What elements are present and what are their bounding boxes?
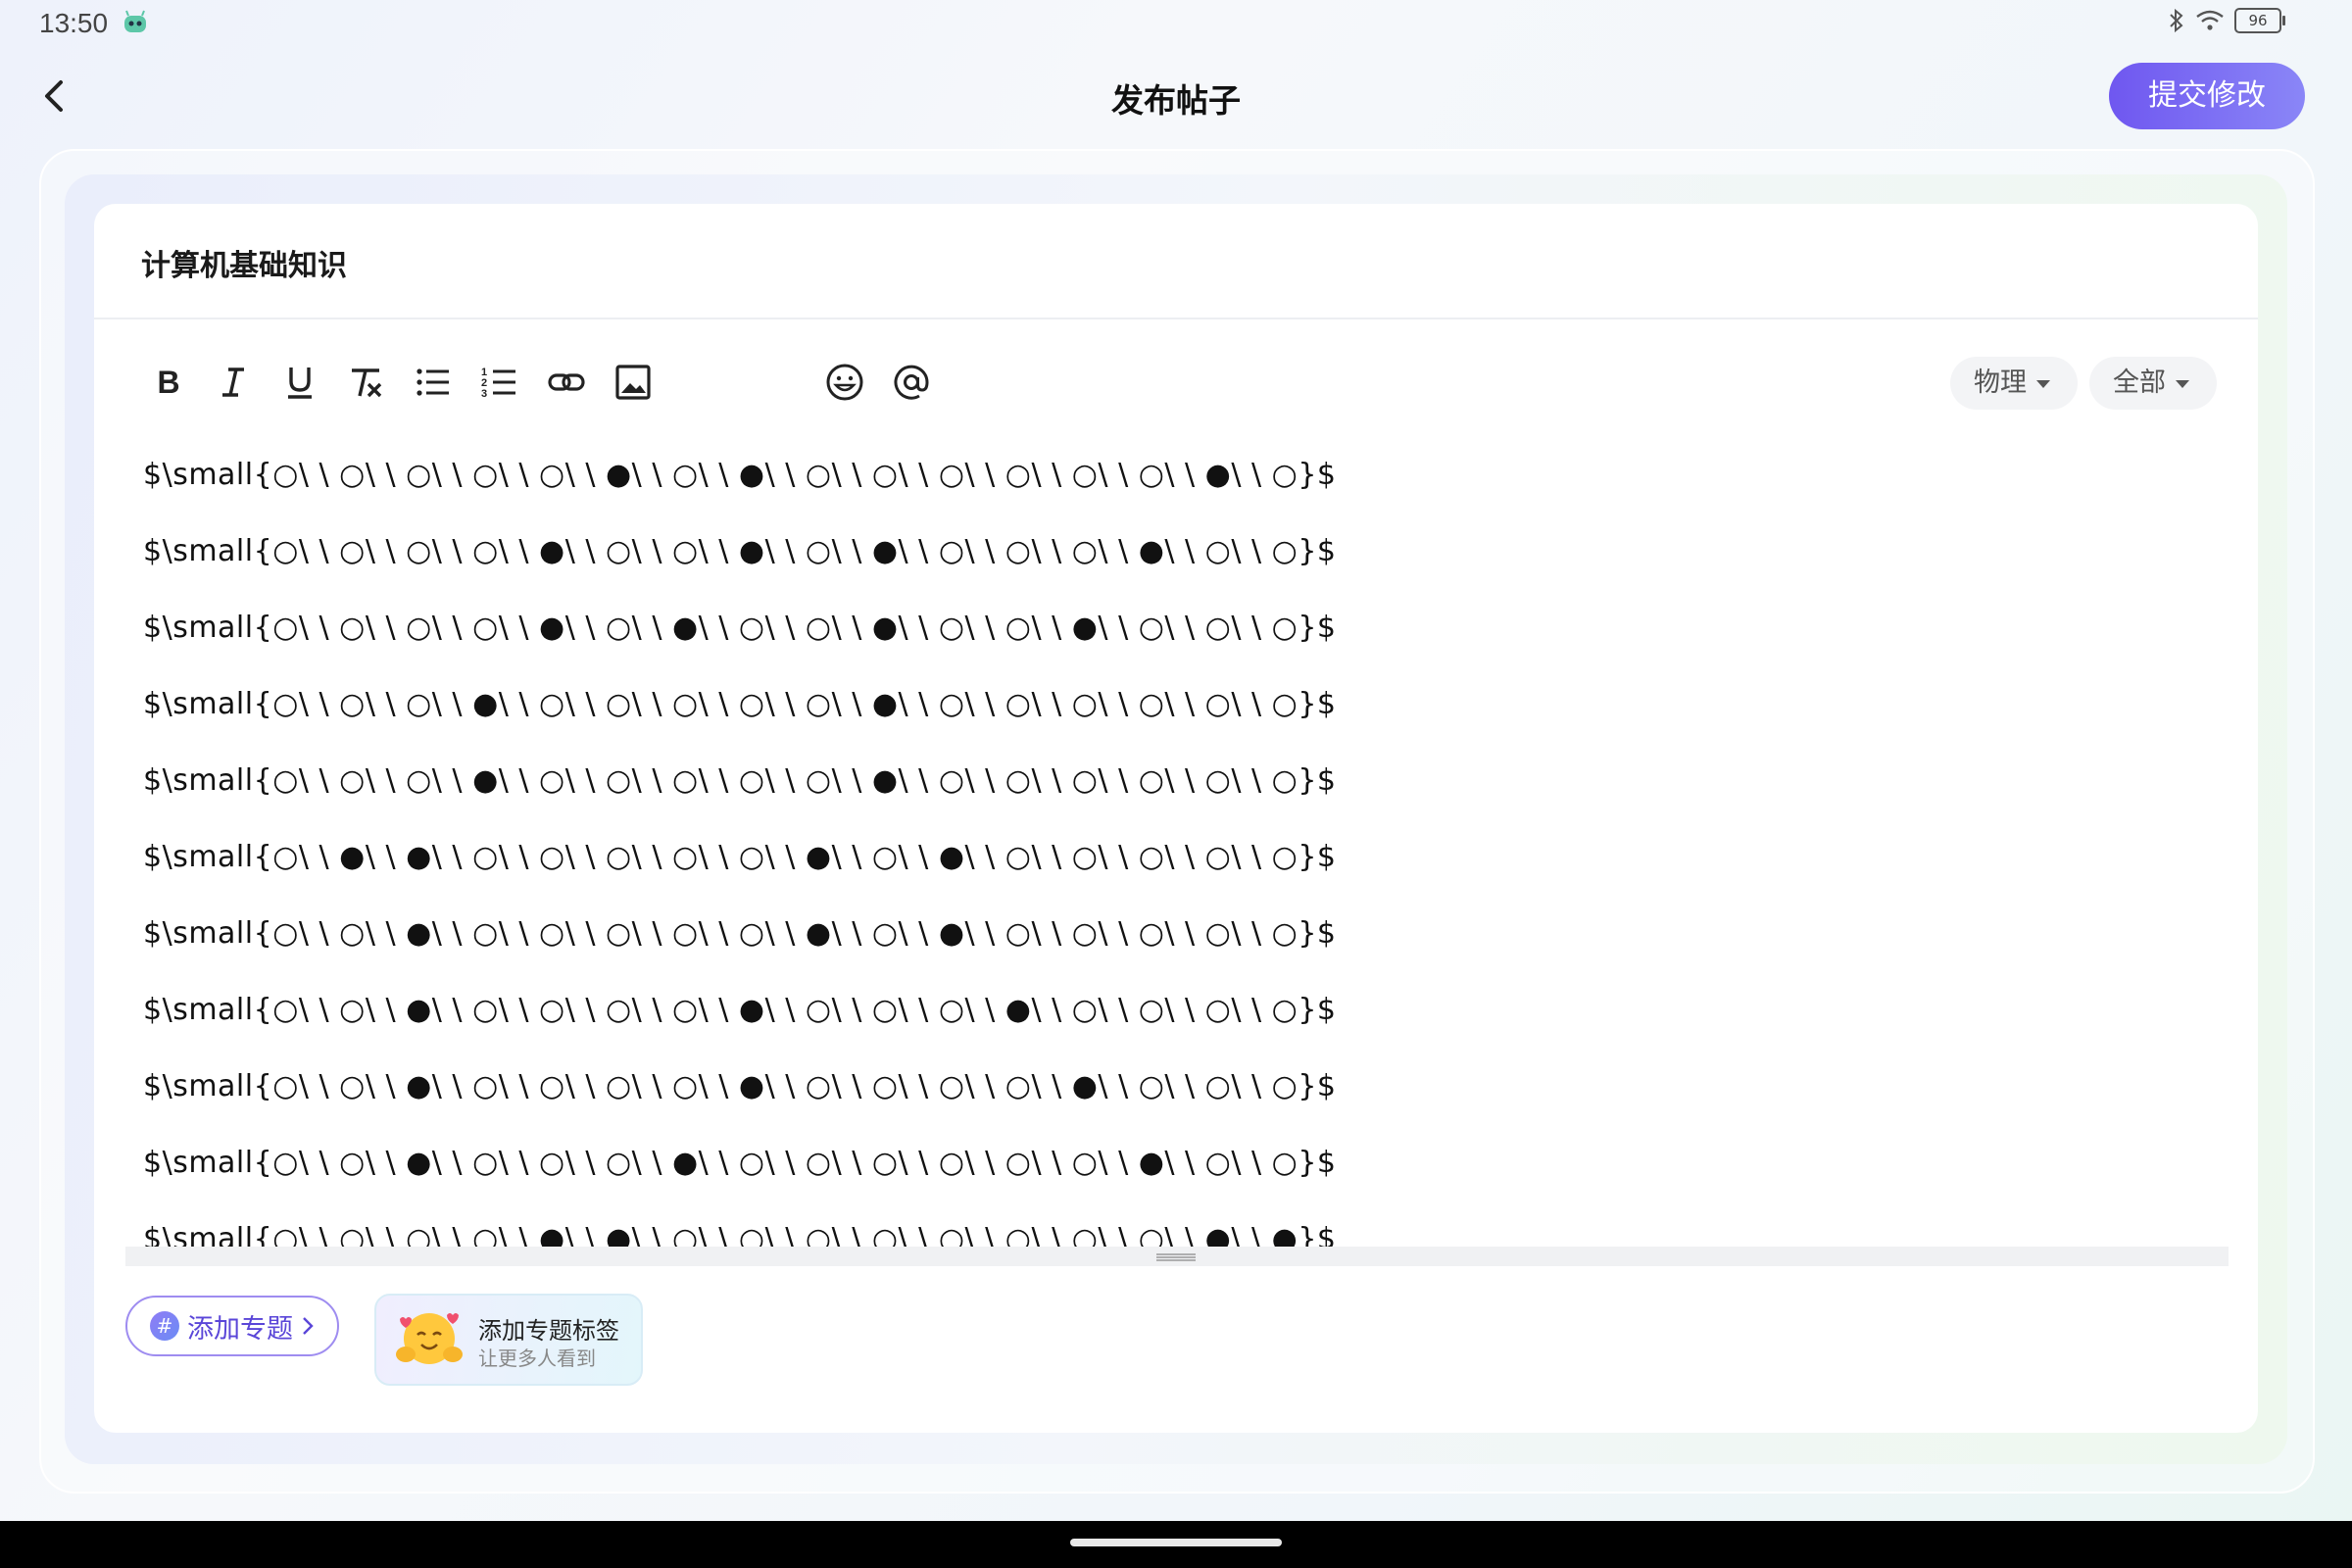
tip-subtitle: 让更多人看到 xyxy=(478,1347,596,1370)
content-line: $\small{○\ \ ●\ \ ●\ \ ○\ \ ○\ \ ○\ \ ○\… xyxy=(143,840,1337,874)
tip-title: 添加专题标签 xyxy=(478,1317,619,1345)
status-time: 13:50 xyxy=(39,8,109,38)
numbered-list-icon[interactable]: 123 xyxy=(478,361,521,404)
title-divider xyxy=(94,318,2258,319)
add-topic-button[interactable]: # 添加专题 xyxy=(125,1296,339,1356)
status-icons: 96 xyxy=(2168,8,2285,33)
scope-label: 全部 xyxy=(2113,368,2166,398)
svg-text:B: B xyxy=(157,365,179,400)
mention-icon[interactable] xyxy=(890,361,933,404)
wifi-icon xyxy=(2196,10,2224,30)
editor-content[interactable]: $\small{○\ \ ○\ \ ○\ \ ○\ \ ○\ \ ●\ \ ○\… xyxy=(143,437,2005,1247)
emoji-icon[interactable] xyxy=(823,361,866,404)
underline-icon[interactable] xyxy=(278,361,321,404)
post-title-input[interactable]: 计算机基础知识 xyxy=(141,241,347,284)
content-line: $\small{○\ \ ○\ \ ○\ \ ○\ \ ○\ \ ●\ \ ○\… xyxy=(143,458,1337,492)
link-icon[interactable] xyxy=(545,361,588,404)
add-topic-label: 添加专题 xyxy=(187,1313,293,1345)
image-icon[interactable] xyxy=(612,361,655,404)
bluetooth-icon xyxy=(2170,8,2183,33)
content-line: $\small{○\ \ ○\ \ ○\ \ ○\ \ ●\ \ ●\ \ ○\… xyxy=(143,1222,1337,1247)
content-line: $\small{○\ \ ○\ \ ○\ \ ○\ \ ●\ \ ○\ \ ●\… xyxy=(143,611,1337,645)
italic-icon[interactable] xyxy=(212,361,255,404)
category-label: 物理 xyxy=(1974,368,2027,398)
caret-down-icon xyxy=(2176,379,2189,388)
content-line: $\small{○\ \ ○\ \ ●\ \ ○\ \ ○\ \ ○\ \ ○\… xyxy=(143,916,1337,951)
content-line: $\small{○\ \ ○\ \ ●\ \ ○\ \ ○\ \ ○\ \ ●\… xyxy=(143,1146,1337,1180)
bold-icon[interactable]: B xyxy=(147,361,190,404)
content-line: $\small{○\ \ ○\ \ ○\ \ ●\ \ ○\ \ ○\ \ ○\… xyxy=(143,687,1337,721)
hugging-face-icon xyxy=(396,1313,463,1364)
hashtag-icon: # xyxy=(150,1311,179,1341)
content-line: $\small{○\ \ ○\ \ ○\ \ ●\ \ ○\ \ ○\ \ ○\… xyxy=(143,763,1337,798)
page-title: 发布帖子 xyxy=(1111,81,1241,120)
caret-down-icon xyxy=(2036,379,2050,388)
content-line: $\small{○\ \ ○\ \ ●\ \ ○\ \ ○\ \ ○\ \ ○\… xyxy=(143,993,1337,1027)
clear-format-icon[interactable] xyxy=(345,361,388,404)
home-handle[interactable] xyxy=(1070,1539,1282,1546)
battery-icon: 96 xyxy=(2234,8,2285,33)
bullet-list-icon[interactable] xyxy=(412,361,455,404)
content-line: $\small{○\ \ ○\ \ ●\ \ ○\ \ ○\ \ ○\ \ ○\… xyxy=(143,1069,1337,1103)
robot-face-icon xyxy=(124,10,146,32)
content-line: $\small{○\ \ ○\ \ ○\ \ ○\ \ ●\ \ ○\ \ ○\… xyxy=(143,534,1337,568)
scope-dropdown[interactable]: 全部 xyxy=(2089,357,2217,410)
chevron-right-icon xyxy=(303,1317,314,1335)
resize-grip-icon[interactable] xyxy=(1156,1252,1196,1262)
submit-button[interactable]: 提交修改 xyxy=(2109,63,2305,129)
category-dropdown[interactable]: 物理 xyxy=(1950,357,2078,410)
svg-text:3: 3 xyxy=(481,388,487,400)
